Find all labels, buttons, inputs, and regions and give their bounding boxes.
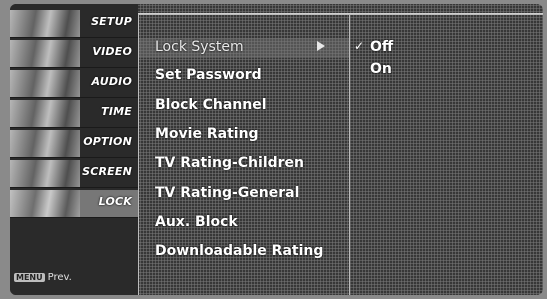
menu-item-block-channel[interactable]: Block Channel xyxy=(155,97,267,113)
setup-thumbnail xyxy=(10,10,80,37)
lock-system-options: ✓ Off On xyxy=(349,14,543,295)
category-audio[interactable]: AUDIO xyxy=(10,70,138,98)
lock-submenu: Lock System Set Password Block Channel M… xyxy=(138,14,350,295)
option-thumbnail xyxy=(10,130,80,157)
category-lock[interactable]: LOCK xyxy=(10,190,138,218)
menu-item-tv-rating-children[interactable]: TV Rating-Children xyxy=(155,155,304,171)
menu-item-movie-rating[interactable]: Movie Rating xyxy=(155,126,259,142)
category-setup[interactable]: SETUP xyxy=(10,10,138,38)
time-thumbnail xyxy=(10,100,80,127)
option-on[interactable]: On xyxy=(370,61,392,77)
menu-item-tv-rating-general[interactable]: TV Rating-General xyxy=(155,185,299,201)
category-label: OPTION xyxy=(83,135,132,148)
category-label: AUDIO xyxy=(91,75,132,88)
menu-item-lock-system[interactable]: Lock System xyxy=(155,39,244,55)
tv-menu-screen: SETUP VIDEO AUDIO TIME OPTION SCREEN LOC… xyxy=(10,4,543,295)
category-label: VIDEO xyxy=(92,45,132,58)
check-icon: ✓ xyxy=(354,39,365,53)
option-off[interactable]: Off xyxy=(370,39,393,55)
arrow-right-icon xyxy=(317,41,325,51)
menu-key-icon: MENU xyxy=(14,273,45,282)
category-label: SETUP xyxy=(91,15,132,28)
menu-item-set-password[interactable]: Set Password xyxy=(155,67,262,83)
category-bar: SETUP VIDEO AUDIO TIME OPTION SCREEN LOC… xyxy=(10,4,138,295)
category-time[interactable]: TIME xyxy=(10,100,138,128)
menu-item-aux-block[interactable]: Aux. Block xyxy=(155,214,238,230)
category-label: SCREEN xyxy=(82,165,132,178)
category-video[interactable]: VIDEO xyxy=(10,40,138,68)
category-label: TIME xyxy=(101,105,132,118)
category-label: LOCK xyxy=(98,195,132,208)
lock-thumbnail xyxy=(10,190,80,217)
video-thumbnail xyxy=(10,40,80,67)
screen-thumbnail xyxy=(10,160,80,187)
category-option[interactable]: OPTION xyxy=(10,130,138,158)
audio-thumbnail xyxy=(10,70,80,97)
prev-hint: MENU Prev. xyxy=(14,272,72,283)
prev-label: Prev. xyxy=(47,272,72,283)
menu-item-downloadable-rating[interactable]: Downloadable Rating xyxy=(155,243,323,259)
category-screen[interactable]: SCREEN xyxy=(10,160,138,188)
